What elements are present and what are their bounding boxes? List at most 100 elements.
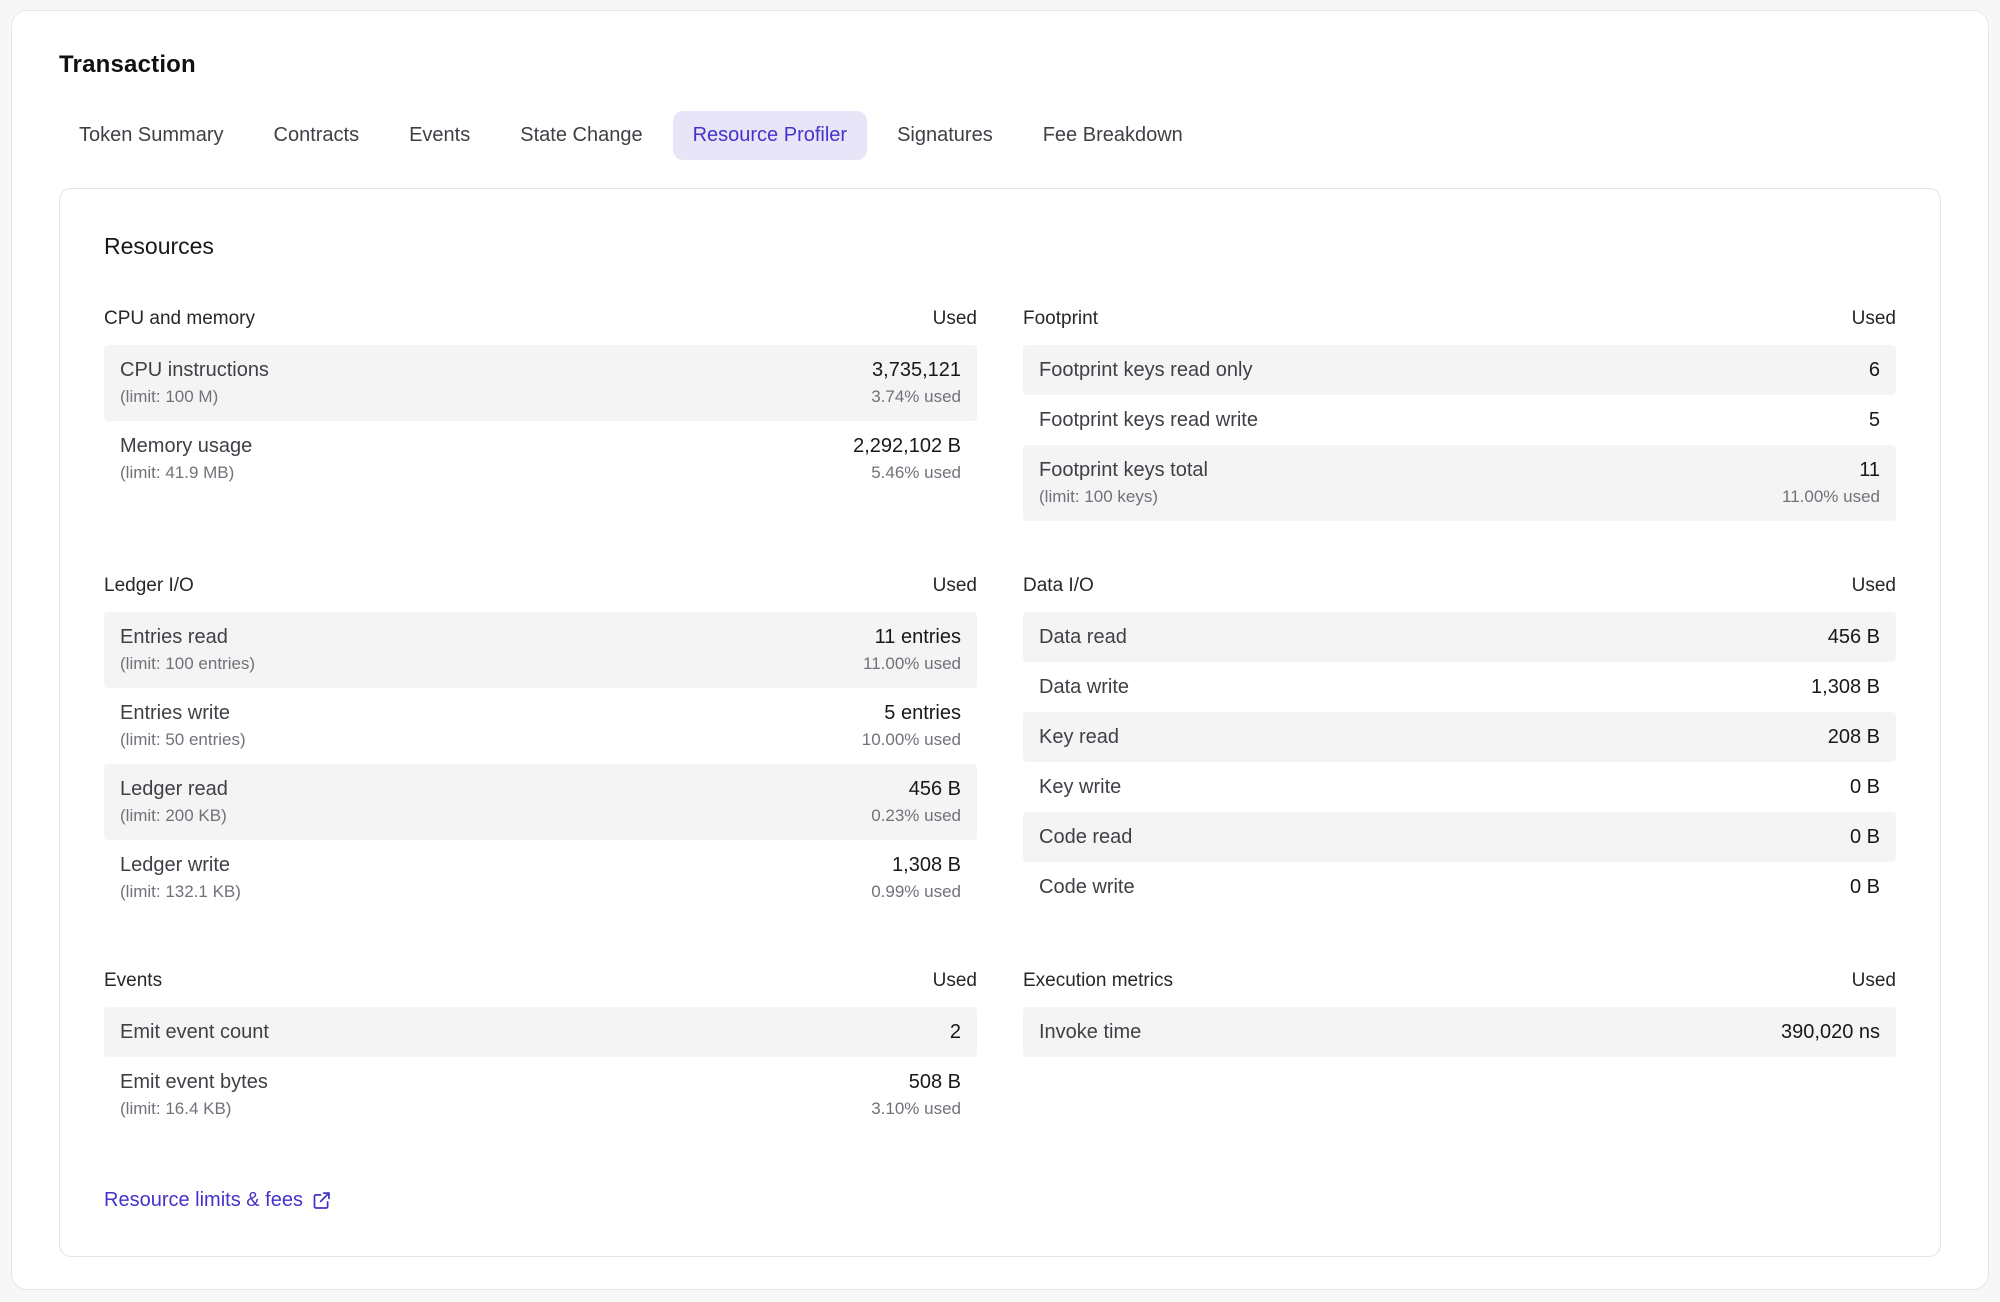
- resource-row: Data write 1,308 B: [1023, 662, 1896, 712]
- tab-state-change[interactable]: State Change: [500, 111, 662, 160]
- resource-limits-link[interactable]: Resource limits & fees: [104, 1189, 332, 1212]
- row-right: 508 B 3.10% used: [871, 1068, 961, 1122]
- resource-row: Entries write (limit: 50 entries) 5 entr…: [104, 688, 977, 764]
- tab-contracts[interactable]: Contracts: [254, 111, 380, 160]
- used-column-label: Used: [933, 575, 977, 597]
- row-label: Key read: [1039, 723, 1119, 751]
- row-left: Footprint keys read only: [1039, 356, 1252, 384]
- row-value: 208 B: [1828, 723, 1880, 751]
- row-right: 208 B: [1828, 723, 1880, 751]
- row-label: Code write: [1039, 873, 1135, 901]
- row-limit: (limit: 41.9 MB): [120, 460, 252, 486]
- row-right: 1,308 B: [1811, 673, 1880, 701]
- row-right: 0 B: [1850, 873, 1880, 901]
- row-left: Emit event bytes (limit: 16.4 KB): [120, 1068, 268, 1122]
- row-label: Entries read: [120, 623, 255, 651]
- row-right: 2,292,102 B 5.46% used: [853, 432, 961, 486]
- resource-row: Footprint keys read write 5: [1023, 395, 1896, 445]
- resource-row: Ledger read (limit: 200 KB) 456 B 0.23% …: [104, 764, 977, 840]
- section-title: Execution metrics: [1023, 970, 1173, 992]
- section-title: Ledger I/O: [104, 575, 194, 597]
- row-pct: 10.00% used: [862, 727, 961, 753]
- resource-section: Data I/O Used Data read 456 B Data write…: [1023, 575, 1896, 916]
- section-rows: CPU instructions (limit: 100 M) 3,735,12…: [104, 345, 977, 497]
- row-limit: (limit: 200 KB): [120, 803, 228, 829]
- resource-row: Footprint keys read only 6: [1023, 345, 1896, 395]
- resource-section: Events Used Emit event count 2 Emit even…: [104, 970, 977, 1133]
- row-value: 5 entries: [862, 699, 961, 727]
- row-right: 5: [1869, 406, 1880, 434]
- row-left: Memory usage (limit: 41.9 MB): [120, 432, 252, 486]
- section-header: Data I/O Used: [1023, 575, 1896, 597]
- row-pct: 3.10% used: [871, 1096, 961, 1122]
- resources-heading: Resources: [104, 233, 1896, 260]
- row-limit: (limit: 100 M): [120, 384, 269, 410]
- external-link-icon: [311, 1190, 332, 1211]
- used-column-label: Used: [933, 308, 977, 330]
- resource-row: Key write 0 B: [1023, 762, 1896, 812]
- row-right: 456 B: [1828, 623, 1880, 651]
- row-pct: 11.00% used: [863, 651, 961, 677]
- row-label: Invoke time: [1039, 1018, 1141, 1046]
- resources-card: Resources CPU and memory Used CPU instru…: [59, 188, 1941, 1257]
- tab-events[interactable]: Events: [389, 111, 490, 160]
- section-header: Events Used: [104, 970, 977, 992]
- row-right: 2: [950, 1018, 961, 1046]
- row-left: Ledger write (limit: 132.1 KB): [120, 851, 241, 905]
- resource-section: Execution metrics Used Invoke time 390,0…: [1023, 970, 1896, 1133]
- resource-row: Data read 456 B: [1023, 612, 1896, 662]
- row-value: 456 B: [871, 775, 961, 803]
- tab-fee-breakdown[interactable]: Fee Breakdown: [1023, 111, 1203, 160]
- tab-bar: Token SummaryContractsEventsState Change…: [59, 111, 1941, 160]
- row-label: Emit event count: [120, 1018, 269, 1046]
- section-title: CPU and memory: [104, 308, 255, 330]
- tab-resource-profiler[interactable]: Resource Profiler: [673, 111, 868, 160]
- row-label: Footprint keys read write: [1039, 406, 1258, 434]
- row-label: Emit event bytes: [120, 1068, 268, 1096]
- row-left: Entries read (limit: 100 entries): [120, 623, 255, 677]
- section-header: CPU and memory Used: [104, 308, 977, 330]
- resource-section: Ledger I/O Used Entries read (limit: 100…: [104, 575, 977, 916]
- row-limit: (limit: 100 entries): [120, 651, 255, 677]
- section-title: Data I/O: [1023, 575, 1094, 597]
- row-value: 508 B: [871, 1068, 961, 1096]
- row-value: 1,308 B: [1811, 673, 1880, 701]
- row-pct: 0.99% used: [871, 879, 961, 905]
- section-header: Ledger I/O Used: [104, 575, 977, 597]
- resource-section: Footprint Used Footprint keys read only …: [1023, 308, 1896, 521]
- row-label: Data read: [1039, 623, 1127, 651]
- row-label: Memory usage: [120, 432, 252, 460]
- transaction-panel: Transaction Token SummaryContractsEvents…: [11, 10, 1989, 1290]
- used-column-label: Used: [1852, 575, 1896, 597]
- resource-section: CPU and memory Used CPU instructions (li…: [104, 308, 977, 521]
- row-left: Emit event count: [120, 1018, 269, 1046]
- row-label: Entries write: [120, 699, 246, 727]
- row-label: Ledger write: [120, 851, 241, 879]
- tab-token-summary[interactable]: Token Summary: [59, 111, 244, 160]
- row-value: 456 B: [1828, 623, 1880, 651]
- row-pct: 11.00% used: [1782, 484, 1880, 510]
- row-value: 11: [1782, 456, 1880, 484]
- row-value: 1,308 B: [871, 851, 961, 879]
- resource-row: Emit event bytes (limit: 16.4 KB) 508 B …: [104, 1057, 977, 1133]
- resource-row: Ledger write (limit: 132.1 KB) 1,308 B 0…: [104, 840, 977, 916]
- row-left: Data write: [1039, 673, 1129, 701]
- row-value: 2: [950, 1018, 961, 1046]
- row-value: 0 B: [1850, 773, 1880, 801]
- row-value: 6: [1869, 356, 1880, 384]
- section-rows: Emit event count 2 Emit event bytes (lim…: [104, 1007, 977, 1133]
- row-left: Ledger read (limit: 200 KB): [120, 775, 228, 829]
- row-value: 11 entries: [863, 623, 961, 651]
- resource-row: CPU instructions (limit: 100 M) 3,735,12…: [104, 345, 977, 421]
- section-rows: Data read 456 B Data write 1,308 B Key r…: [1023, 612, 1896, 912]
- tab-signatures[interactable]: Signatures: [877, 111, 1013, 160]
- section-header: Footprint Used: [1023, 308, 1896, 330]
- resource-row: Key read 208 B: [1023, 712, 1896, 762]
- row-pct: 5.46% used: [853, 460, 961, 486]
- row-right: 0 B: [1850, 823, 1880, 851]
- row-right: 11 entries 11.00% used: [863, 623, 961, 677]
- resource-row: Invoke time 390,020 ns: [1023, 1007, 1896, 1057]
- used-column-label: Used: [1852, 308, 1896, 330]
- resource-row: Code write 0 B: [1023, 862, 1896, 912]
- row-label: Ledger read: [120, 775, 228, 803]
